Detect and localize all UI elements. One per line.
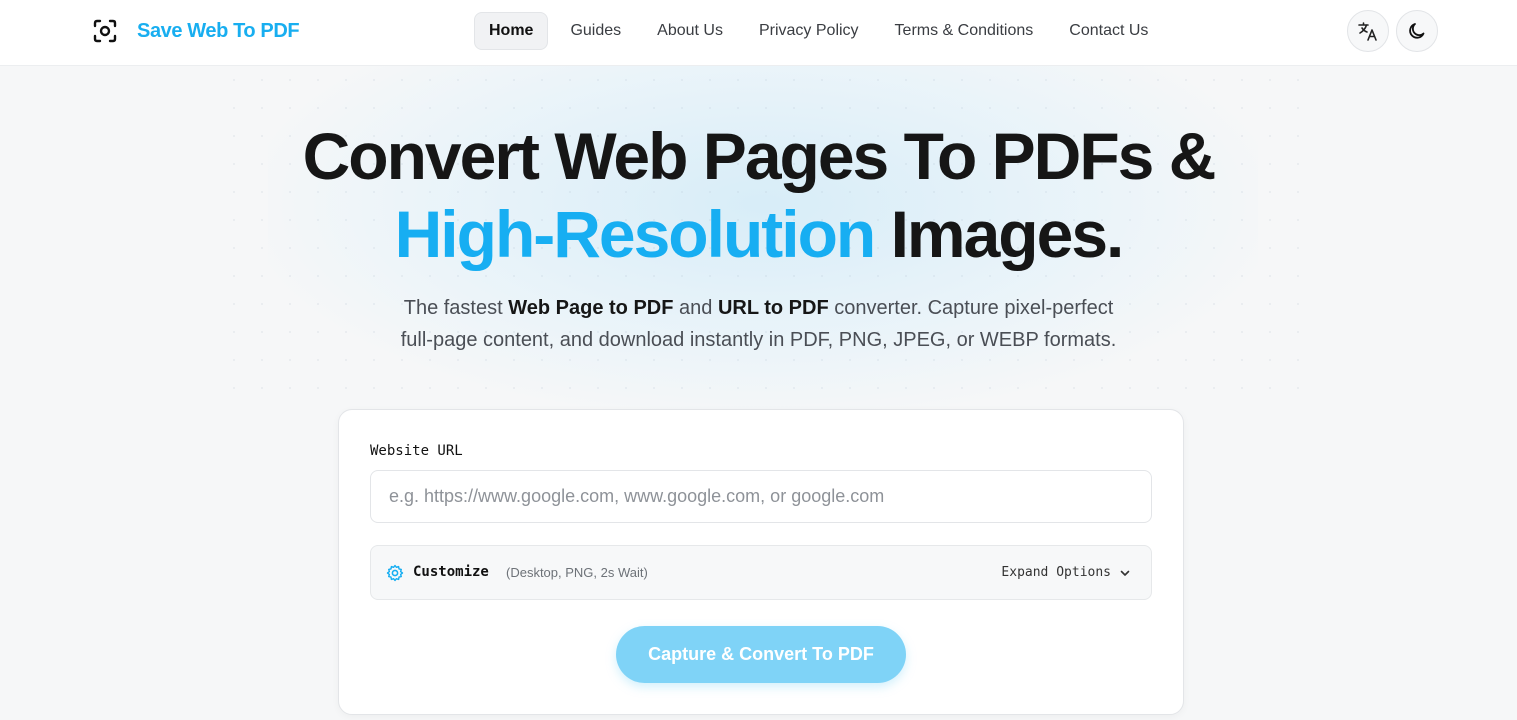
customize-summary: (Desktop, PNG, 2s Wait) <box>506 565 648 580</box>
nav-item-privacy-policy[interactable]: Privacy Policy <box>745 12 873 50</box>
capture-convert-button[interactable]: Capture & Convert To PDF <box>616 626 906 683</box>
nav-item-home[interactable]: Home <box>474 12 549 50</box>
subtitle-text: and <box>673 297 718 319</box>
language-button[interactable] <box>1347 10 1389 52</box>
moon-icon <box>1409 23 1425 39</box>
hero-subtitle-line-2: full-page content, and download instantl… <box>400 329 1117 351</box>
brand-name: Save Web To PDF <box>137 19 300 42</box>
theme-toggle-button[interactable] <box>1396 10 1438 52</box>
expand-options[interactable]: Expand Options <box>1001 565 1131 580</box>
site-header: Save Web To PDF Home Guides About Us Pri… <box>0 0 1517 66</box>
brand-logo[interactable]: Save Web To PDF <box>92 17 300 45</box>
hero-heading-line-1: Convert Web Pages To PDFs & <box>302 119 1217 193</box>
subtitle-bold-webpage-to-pdf: Web Page to PDF <box>508 297 674 319</box>
convert-form-card: Website URL Customize (Desktop, PNG, 2s … <box>338 409 1184 715</box>
expand-options-label: Expand Options <box>1001 565 1111 580</box>
nav-item-contact-us[interactable]: Contact Us <box>1055 12 1162 50</box>
focus-camera-icon <box>93 19 117 43</box>
subtitle-text: converter. Capture pixel-perfect <box>828 297 1114 319</box>
subtitle-bold-url-to-pdf: URL to PDF <box>717 297 829 319</box>
hero-heading-accent: High-Resolution <box>394 197 877 271</box>
url-field-label: Website URL <box>370 443 463 459</box>
chevron-down-icon <box>1120 570 1130 576</box>
nav-item-terms-conditions[interactable]: Terms & Conditions <box>881 12 1048 50</box>
nav-item-guides[interactable]: Guides <box>556 12 635 50</box>
translate-icon <box>1358 22 1377 41</box>
main-nav: Home Guides About Us Privacy Policy Term… <box>474 12 1170 50</box>
customize-options-toggle[interactable]: Customize (Desktop, PNG, 2s Wait) Expand… <box>370 545 1152 600</box>
hero-heading-line-2: High-Resolution Images. <box>0 196 1517 272</box>
hero-subtitle-line-1: The fastest Web Page to PDF and URL to P… <box>0 292 1517 324</box>
hero-heading-rest: Images. <box>874 197 1125 271</box>
gear-icon <box>386 564 404 582</box>
url-input[interactable] <box>370 470 1152 523</box>
subtitle-text: The fastest <box>403 297 509 319</box>
nav-item-about-us[interactable]: About Us <box>643 12 737 50</box>
customize-title: Customize <box>413 564 489 580</box>
